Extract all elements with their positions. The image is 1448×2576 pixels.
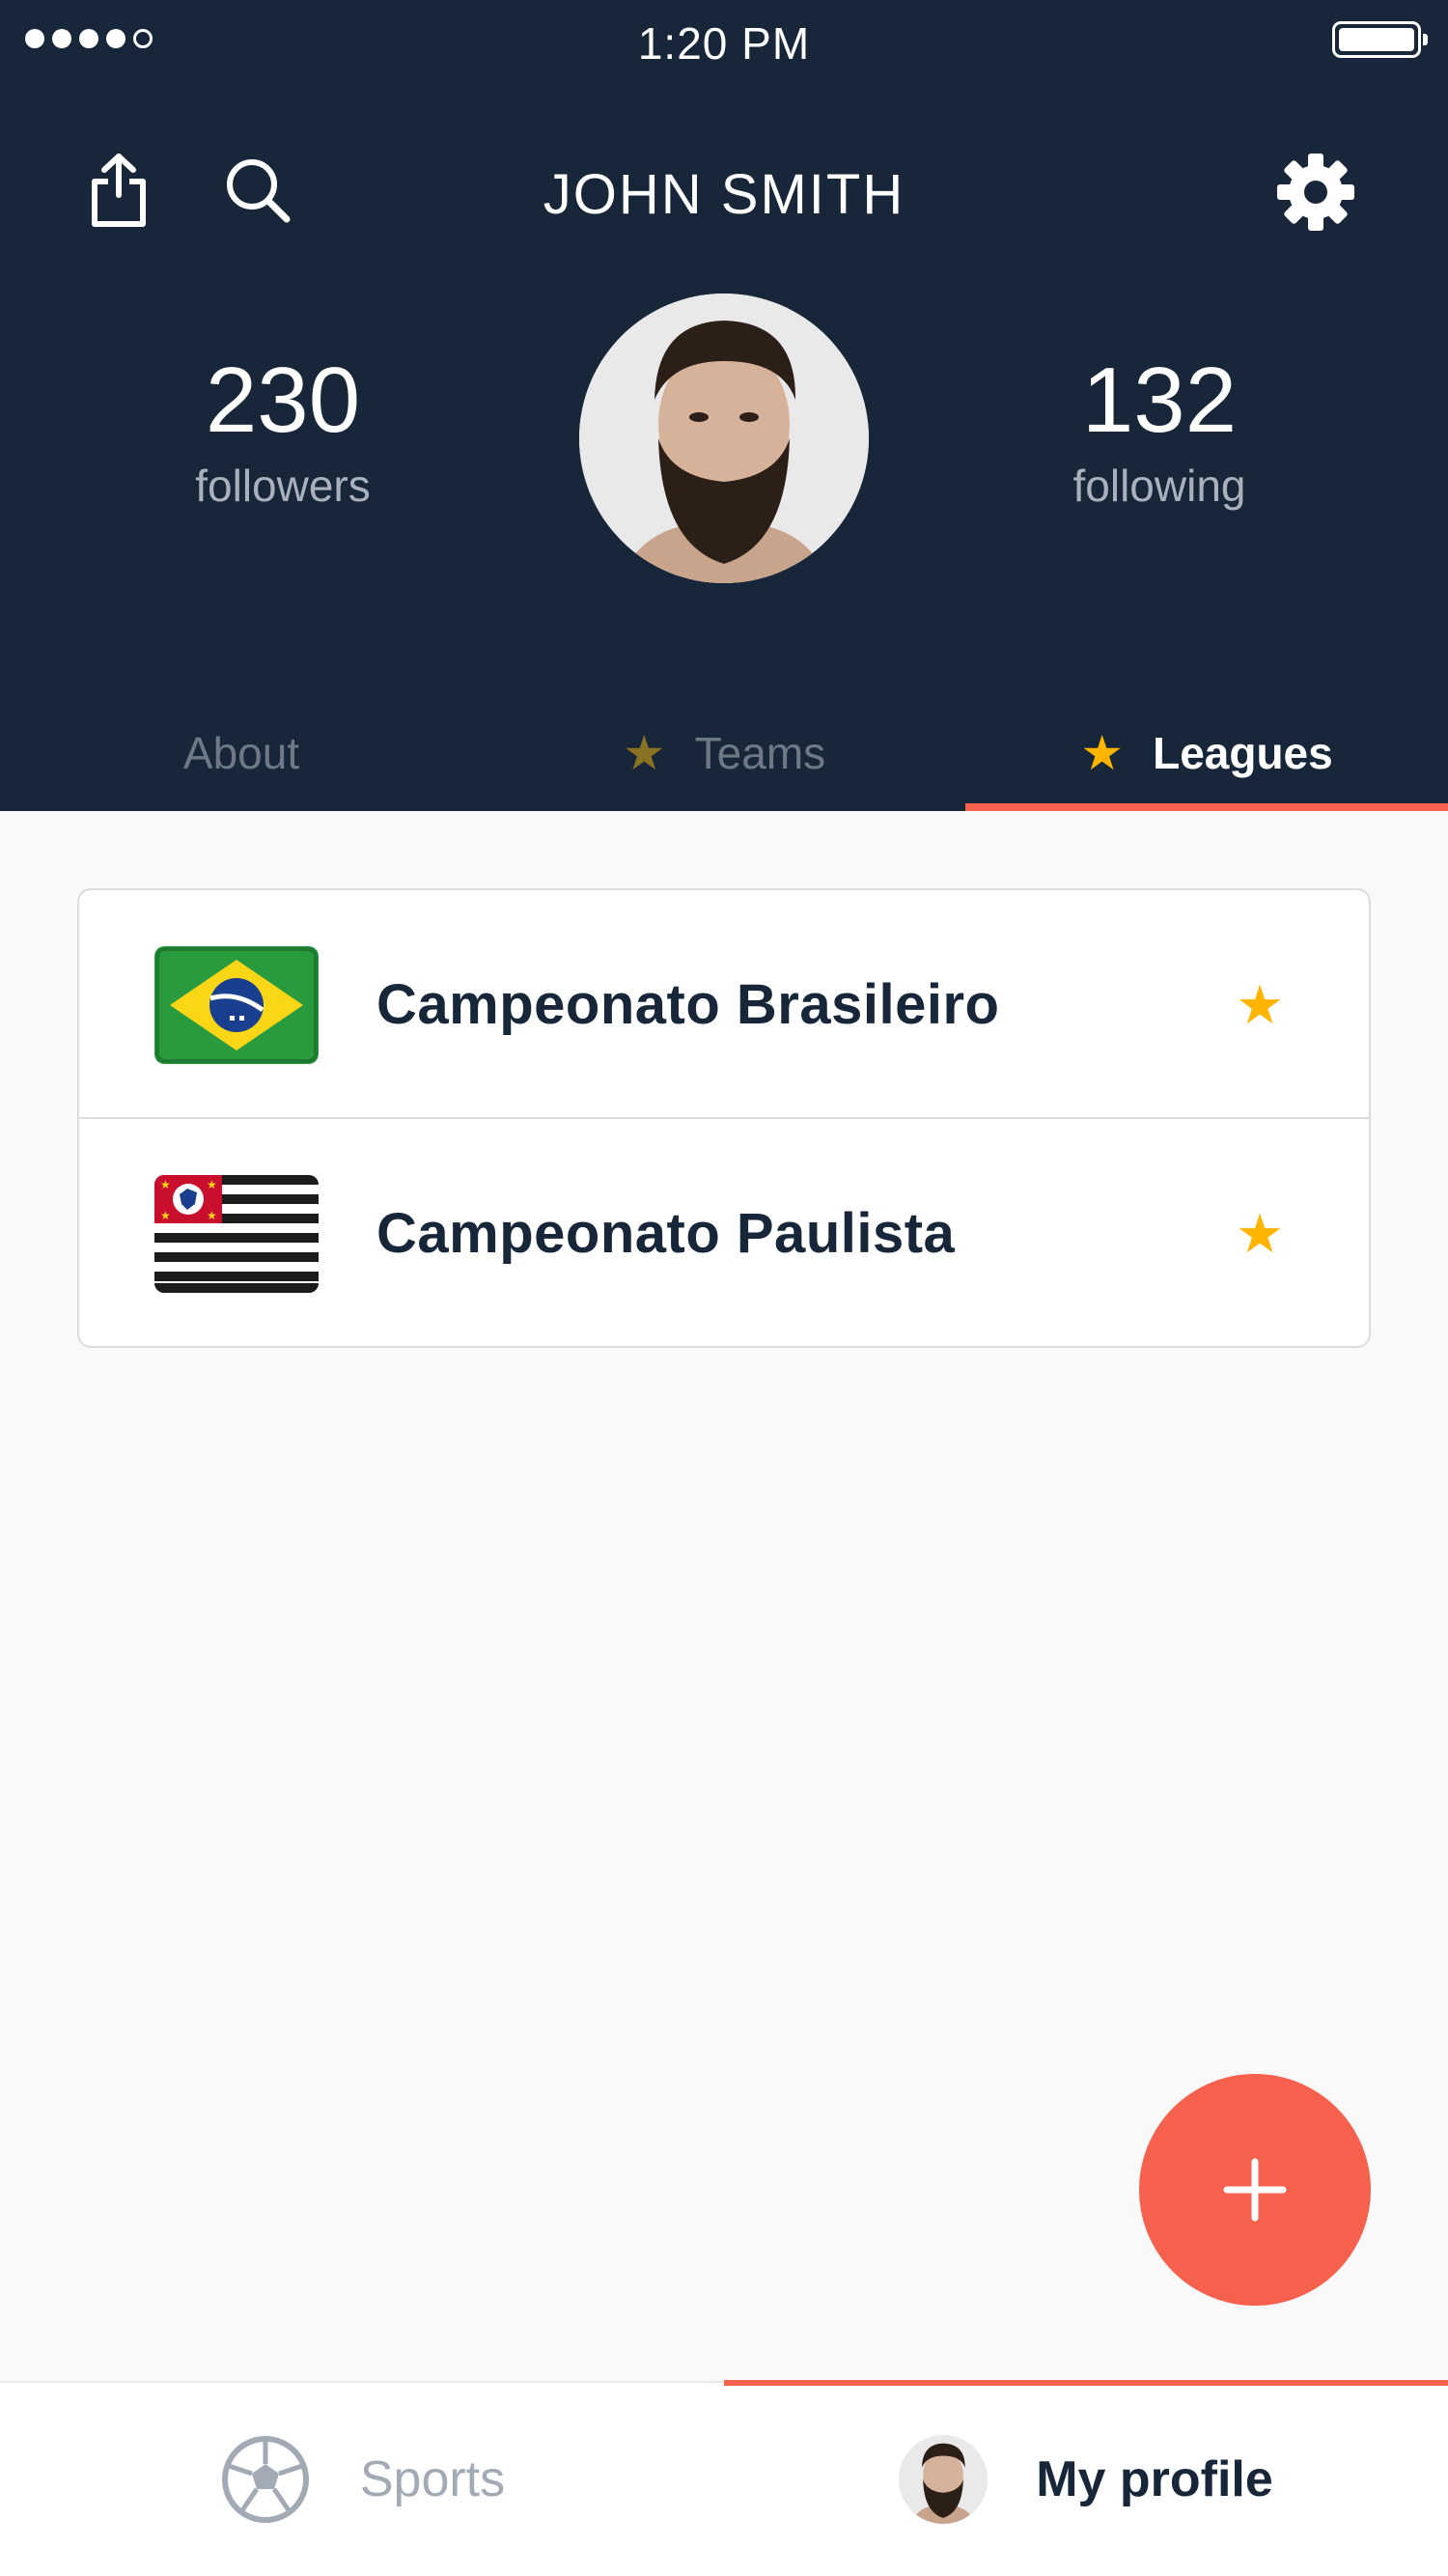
bottom-nav: Sports My profile (0, 2380, 1448, 2576)
tab-label: Leagues (1153, 728, 1333, 778)
following-count: 132 (1081, 349, 1238, 452)
profile-avatar[interactable] (579, 294, 869, 583)
list-item[interactable]: ★ ★ ★ ★ Campeonato Paulista ★ (79, 1119, 1369, 1346)
profile-tabs: About ★ Teams ★ Leagues (0, 695, 1448, 811)
tab-teams[interactable]: ★ Teams (483, 695, 965, 811)
tab-leagues[interactable]: ★ Leagues (965, 695, 1448, 811)
soccer-ball-icon (221, 2436, 309, 2523)
tab-about[interactable]: About (0, 695, 483, 811)
battery-icon (1332, 21, 1428, 58)
brazil-flag (154, 946, 319, 1064)
following-label: following (1072, 461, 1246, 511)
favorite-star-icon[interactable]: ★ (1236, 890, 1284, 1119)
status-time: 1:20 PM (637, 18, 811, 69)
favorite-star-icon[interactable]: ★ (1236, 1119, 1284, 1346)
star-icon: ★ (622, 726, 666, 780)
svg-text:★: ★ (160, 1178, 171, 1191)
tab-label: Teams (694, 728, 826, 778)
tab-label: About (182, 728, 300, 778)
league-name: Campeonato Brasileiro (376, 973, 1000, 1036)
avatar (899, 2435, 989, 2524)
page-title: JOHN SMITH (543, 163, 905, 226)
status-bar: 1:20 PM (0, 0, 1448, 87)
followers-stat[interactable]: 230 followers (90, 348, 476, 512)
svg-text:★: ★ (160, 1209, 171, 1222)
add-league-button[interactable] (1139, 2074, 1371, 2306)
sao-paulo-flag: ★ ★ ★ ★ (154, 1175, 319, 1293)
nav-sports[interactable]: Sports (0, 2383, 724, 2576)
star-icon: ★ (1080, 726, 1125, 780)
profile-screen: 1:20 PM JOHN SMITH 230 followers 132 fol… (0, 0, 1448, 2576)
following-stat[interactable]: 132 following (966, 348, 1352, 512)
plus-icon (1223, 2158, 1287, 2222)
list-item[interactable]: Campeonato Brasileiro ★ (79, 890, 1369, 1119)
nav-label: My profile (1036, 2451, 1273, 2507)
leagues-list: Campeonato Brasileiro ★ ★ ★ ★ ★ Campeona… (77, 888, 1371, 1348)
followers-label: followers (195, 461, 371, 511)
nav-my-profile[interactable]: My profile (724, 2380, 1448, 2576)
nav-label: Sports (359, 2451, 506, 2507)
svg-text:★: ★ (207, 1178, 217, 1191)
svg-text:★: ★ (207, 1209, 217, 1222)
league-name: Campeonato Paulista (376, 1202, 956, 1265)
gear-icon[interactable] (1276, 153, 1355, 232)
followers-count: 230 (205, 349, 361, 452)
profile-header: 1:20 PM JOHN SMITH 230 followers 132 fol… (0, 0, 1448, 811)
